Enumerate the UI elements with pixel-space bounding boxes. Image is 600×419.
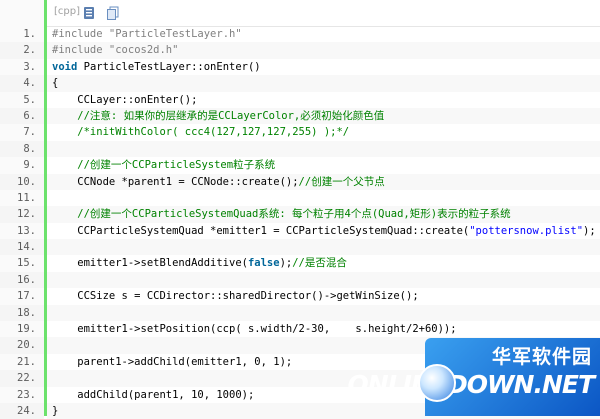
code-token: emitter1->setPosition(ccp( s.width/2-30,… <box>52 323 457 336</box>
line-number: 6. <box>0 107 44 125</box>
code-line: 13. CCParticleSystemQuad *emitter1 = CCP… <box>0 222 600 240</box>
code-comment: //是否混合 <box>292 257 347 270</box>
watermark-logo: 华军软件园 ONLINEDOWN.NET <box>348 334 600 416</box>
toolbar-gutter <box>0 0 44 26</box>
code-text <box>47 271 600 289</box>
code-token: parent1->addChild(emitter1, 0, 1); <box>52 355 293 368</box>
code-text <box>47 304 600 322</box>
code-keyword: void <box>52 60 78 73</box>
globe-icon <box>418 364 456 402</box>
code-text: CCSize s = CCDirector::sharedDirector()-… <box>47 288 600 304</box>
language-label: [cpp] <box>54 6 80 17</box>
line-number: 7. <box>0 124 44 141</box>
code-text <box>47 239 600 256</box>
line-number: 13. <box>0 222 44 240</box>
code-text: { <box>47 75 600 92</box>
code-line: 10. CCNode *parent1 = CCNode::create();/… <box>0 173 600 190</box>
code-token: ); <box>279 257 293 270</box>
code-text: CCParticleSystemQuad *emitter1 = CCParti… <box>47 223 600 239</box>
code-preprocessor: #include <box>52 44 109 57</box>
code-line: 1. #include "ParticleTestLayer.h" <box>0 26 600 43</box>
code-token: addChild(parent1, 10, 1000); <box>52 388 255 401</box>
code-line: 7. /*initWithColor( ccc4(127,127,127,255… <box>0 124 600 141</box>
line-number: 3. <box>0 58 44 76</box>
code-comment: //创建一个父节点 <box>298 175 385 188</box>
code-line: 15. emitter1->setBlendAdditive(false);//… <box>0 255 600 272</box>
code-comment: /*initWithColor( ccc4(127,127,127,255) )… <box>52 126 350 139</box>
code-token: CCParticleSystemQuad *emitter1 = CCParti… <box>52 224 470 237</box>
line-number: 15. <box>0 255 44 272</box>
code-line: 6. //注意: 如果你的层继承的是CCLayerColor,必须初始化颜色值 <box>0 107 600 125</box>
line-number: 12. <box>0 206 44 223</box>
code-preprocessor: "ParticleTestLayer.h" <box>108 28 242 40</box>
code-token: } <box>52 404 59 417</box>
line-number: 23. <box>0 386 44 403</box>
code-token: CCLayer::onEnter(); <box>52 93 198 106</box>
code-text: CCNode *parent1 = CCNode::create();//创建一… <box>47 173 600 190</box>
line-number: 5. <box>0 91 44 108</box>
code-line: 11. <box>0 189 600 207</box>
code-line: 9. //创建一个CCParticleSystem粒子系统 <box>0 157 600 174</box>
code-text: //创建一个CCParticleSystem粒子系统 <box>47 157 600 173</box>
code-line: 17. CCSize s = CCDirector::sharedDirecto… <box>0 288 600 305</box>
code-token: CCSize s = CCDirector::sharedDirector()-… <box>52 290 419 303</box>
code-toolbar: [cpp] <box>0 0 600 416</box>
line-number: 8. <box>0 140 44 158</box>
line-number: 18. <box>0 304 44 322</box>
code-keyword: false <box>247 257 280 270</box>
code-text: //创建一个CCParticleSystemQuad系统: 每个粒子用4个点(Q… <box>47 206 600 223</box>
code-line: 16. <box>0 271 600 289</box>
code-preprocessor: "cocos2d.h" <box>108 44 179 57</box>
code-line: 5. CCLayer::onEnter(); <box>0 91 600 108</box>
code-token: ); <box>583 224 596 237</box>
line-number: 9. <box>0 157 44 174</box>
line-number: 21. <box>0 353 44 371</box>
code-token: ParticleTestLayer::onEnter() <box>77 60 261 73</box>
code-comment: //注意: 如果你的层继承的是CCLayerColor,必须初始化颜色值 <box>52 109 385 122</box>
line-number: 20. <box>0 337 44 354</box>
line-number: 24. <box>0 402 44 419</box>
code-token: emitter1->setBlendAdditive( <box>52 257 248 270</box>
code-comment: //创建一个CCParticleSystem粒子系统 <box>52 159 276 172</box>
line-number: 14. <box>0 239 44 256</box>
copy-icon[interactable] <box>106 5 120 20</box>
watermark-title-en: ONLINEDOWN.NET <box>347 370 595 399</box>
code-line: 12. //创建一个CCParticleSystemQuad系统: 每个粒子用4… <box>0 206 600 223</box>
code-line: 2. #include "cocos2d.h" <box>0 42 600 59</box>
code-line: 14. <box>0 239 600 256</box>
code-text: #include "ParticleTestLayer.h" <box>47 26 600 42</box>
code-text: #include "cocos2d.h" <box>47 42 600 59</box>
code-comment: //创建一个CCParticleSystemQuad系统: 每个粒子用4个点(Q… <box>52 208 511 221</box>
code-token: CCNode *parent1 = CCNode::create(); <box>52 175 299 188</box>
code-text <box>47 140 600 158</box>
code-string: "pottersnow.plist" <box>469 224 584 237</box>
line-number: 11. <box>0 189 44 207</box>
code-token: { <box>52 77 59 90</box>
watermark-title-cn: 华军软件园 <box>491 346 592 368</box>
code-preprocessor: #include <box>52 28 109 40</box>
line-number: 10. <box>0 173 44 190</box>
line-number: 2. <box>0 42 44 59</box>
code-text: //注意: 如果你的层继承的是CCLayerColor,必须初始化颜色值 <box>47 107 600 125</box>
code-text: CCLayer::onEnter(); <box>47 92 600 108</box>
code-line: 3. void ParticleTestLayer::onEnter() <box>0 58 600 76</box>
code-line: 8. <box>0 140 600 158</box>
code-text: emitter1->setBlendAdditive(false);//是否混合 <box>47 255 600 271</box>
line-number: 16. <box>0 271 44 289</box>
line-number: 22. <box>0 370 44 387</box>
code-line: 18. <box>0 304 600 322</box>
view-source-icon[interactable] <box>82 5 96 19</box>
code-text: void ParticleTestLayer::onEnter() <box>47 59 600 75</box>
line-number: 1. <box>0 26 44 43</box>
code-line: 4. { <box>0 75 600 92</box>
line-number: 4. <box>0 75 44 92</box>
code-text: /*initWithColor( ccc4(127,127,127,255) )… <box>47 124 600 140</box>
line-number: 17. <box>0 288 44 305</box>
line-number: 19. <box>0 321 44 338</box>
